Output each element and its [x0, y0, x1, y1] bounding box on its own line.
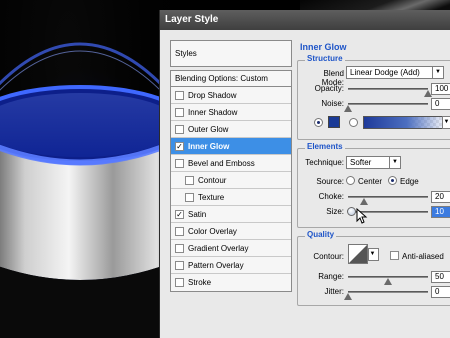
jitter-field[interactable]: 0	[431, 286, 450, 298]
blending-options-label: Blending Options: Custom	[175, 74, 268, 83]
dropdown-arrow-icon: ▼	[432, 67, 443, 78]
effect-checkbox[interactable]	[175, 227, 184, 236]
effect-checkbox[interactable]	[175, 108, 184, 117]
noise-slider-track[interactable]	[348, 103, 428, 105]
noise-field[interactable]: 0	[431, 98, 450, 110]
glow-gradient-picker[interactable]	[363, 116, 443, 129]
effect-item[interactable]: Inner Shadow	[171, 104, 291, 121]
effect-label: Outer Glow	[188, 125, 229, 134]
effects-list: Drop Shadow Inner Shadow Outer Glow ✓ Inner …	[170, 87, 292, 292]
effect-label: Inner Glow	[188, 142, 230, 151]
effect-checkbox[interactable]	[185, 176, 194, 185]
choke-slider-thumb[interactable]	[360, 198, 368, 205]
gradient-dropdown[interactable]: ▼	[442, 116, 450, 129]
effect-item[interactable]: ✓ Inner Glow	[171, 138, 291, 155]
range-field[interactable]: 50	[431, 271, 450, 283]
dropdown-arrow-icon: ▼	[389, 157, 400, 168]
effect-item[interactable]: Gradient Overlay	[171, 240, 291, 257]
source-center-label: Center	[358, 177, 383, 186]
layer-style-dialog: Layer Style Styles Blending Options: Cus…	[159, 10, 450, 338]
effect-checkbox[interactable]	[175, 261, 184, 270]
effect-label: Pattern Overlay	[188, 261, 244, 270]
choke-label: Choke:	[318, 192, 344, 201]
opacity-label: Opacity:	[314, 84, 344, 93]
quality-title: Quality	[305, 230, 337, 239]
contour-label: Contour:	[313, 252, 344, 261]
effect-item[interactable]: Contour	[171, 172, 291, 189]
range-label: Range:	[318, 272, 344, 281]
styles-label: Styles	[175, 49, 197, 58]
effect-item[interactable]: Drop Shadow	[171, 87, 291, 104]
effect-label: Satin	[188, 210, 207, 219]
size-field[interactable]: 10	[431, 206, 450, 218]
effect-item[interactable]: Outer Glow	[171, 121, 291, 138]
effect-label: Texture	[198, 193, 225, 202]
choke-field[interactable]: 20	[431, 191, 450, 203]
jitter-slider-track[interactable]	[348, 291, 428, 293]
source-center-radio[interactable]	[346, 176, 355, 185]
effect-checkbox[interactable]	[185, 193, 194, 202]
effect-checkbox[interactable]: ✓	[175, 210, 184, 219]
effect-label: Color Overlay	[188, 227, 237, 236]
noise-label: Noise:	[321, 99, 344, 108]
effect-label: Drop Shadow	[188, 91, 237, 100]
effect-checkbox[interactable]	[175, 244, 184, 253]
dropdown-arrow-icon: ▼	[443, 119, 450, 125]
effect-checkbox[interactable]	[175, 125, 184, 134]
glowing-cylinder-image	[0, 0, 170, 338]
section-title: Inner Glow	[300, 42, 347, 52]
technique-label: Technique:	[305, 158, 344, 167]
contour-preview[interactable]	[348, 244, 368, 264]
blending-options-item[interactable]: Blending Options: Custom	[170, 70, 292, 87]
effect-item[interactable]: Pattern Overlay	[171, 257, 291, 274]
jitter-slider-thumb[interactable]	[344, 293, 352, 300]
effect-checkbox[interactable]	[175, 278, 184, 287]
effect-checkbox[interactable]	[175, 91, 184, 100]
dropdown-arrow-icon: ▼	[369, 251, 376, 257]
anti-aliased-checkbox[interactable]	[390, 251, 399, 260]
effect-label: Gradient Overlay	[188, 244, 249, 253]
effect-item[interactable]: Texture	[171, 189, 291, 206]
solid-color-radio[interactable]	[314, 118, 323, 127]
effect-checkbox[interactable]: ✓	[175, 142, 184, 151]
technique-value: Softer	[350, 158, 372, 167]
blend-mode-select[interactable]: Linear Dodge (Add) ▼	[346, 66, 444, 79]
noise-slider-thumb[interactable]	[344, 105, 352, 112]
effect-label: Stroke	[188, 278, 212, 287]
effect-item[interactable]: Bevel and Emboss	[171, 155, 291, 172]
technique-select[interactable]: Softer ▼	[346, 156, 401, 169]
opacity-slider-track[interactable]	[348, 88, 428, 90]
effect-checkbox[interactable]	[175, 159, 184, 168]
checkmark-icon: ✓	[176, 210, 183, 219]
structure-title: Structure	[305, 54, 345, 63]
contour-dropdown[interactable]: ▼	[368, 248, 379, 261]
elements-title: Elements	[305, 142, 345, 151]
mouse-cursor-icon	[356, 208, 368, 224]
styles-item[interactable]: Styles	[170, 40, 292, 67]
anti-aliased-label: Anti-aliased	[402, 252, 444, 261]
opacity-field[interactable]: 100	[431, 83, 450, 95]
canvas-artwork	[0, 0, 170, 338]
effect-label: Inner Shadow	[188, 108, 238, 117]
gradient-radio[interactable]	[349, 118, 358, 127]
glow-color-swatch[interactable]	[328, 116, 340, 128]
effect-item[interactable]: Color Overlay	[171, 223, 291, 240]
source-edge-label: Edge	[400, 177, 419, 186]
checkmark-icon: ✓	[176, 142, 183, 151]
effect-label: Bevel and Emboss	[188, 159, 255, 168]
size-label: Size:	[326, 207, 344, 216]
blend-mode-value: Linear Dodge (Add)	[350, 68, 420, 77]
dialog-title[interactable]: Layer Style	[160, 10, 450, 30]
effect-item[interactable]: ✓ Satin	[171, 206, 291, 223]
effect-item[interactable]: Stroke	[171, 274, 291, 291]
range-slider-thumb[interactable]	[384, 278, 392, 285]
source-label: Source:	[316, 177, 344, 186]
source-edge-radio[interactable]	[388, 176, 397, 185]
effect-label: Contour	[198, 176, 227, 185]
jitter-label: Jitter:	[324, 287, 344, 296]
